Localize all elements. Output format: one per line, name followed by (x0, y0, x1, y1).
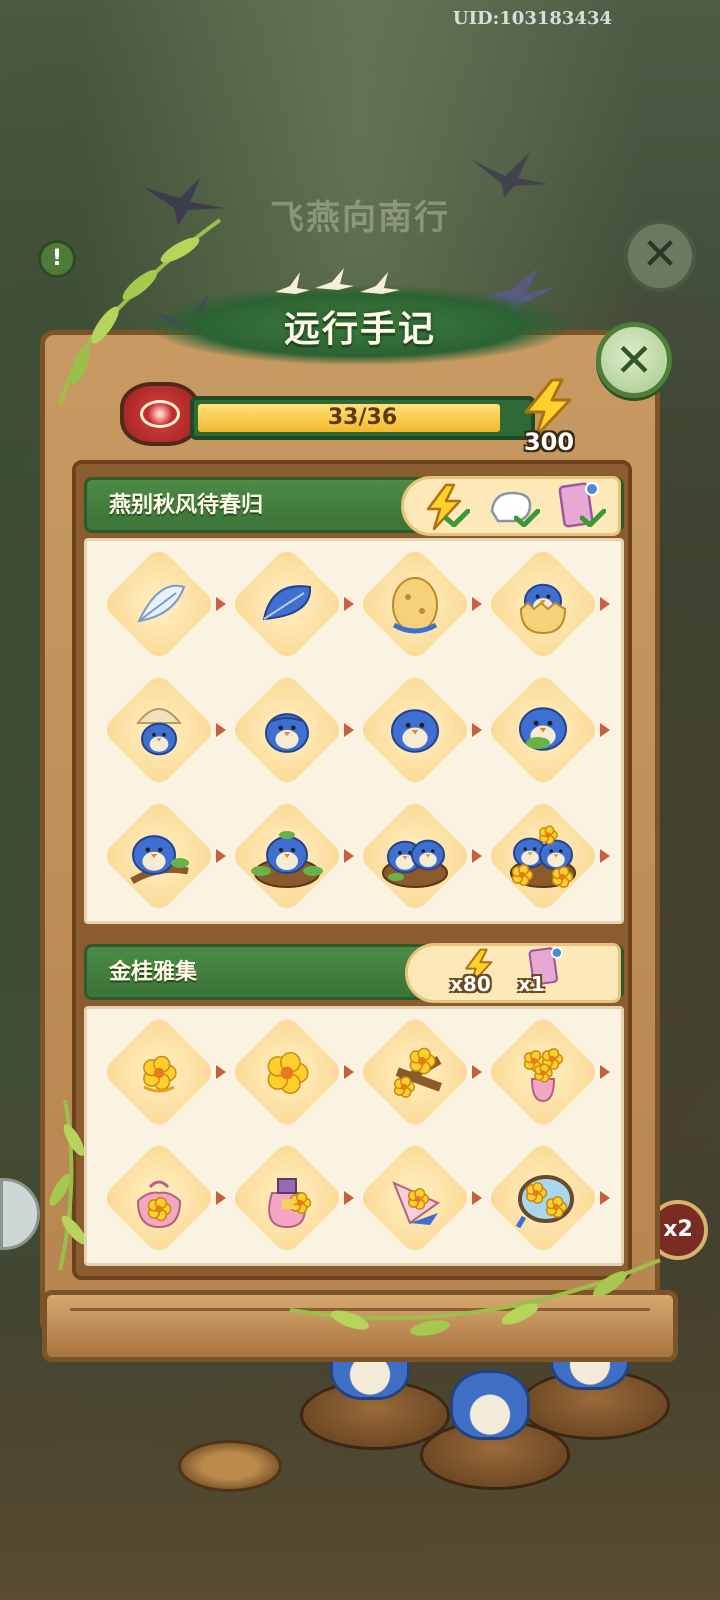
basket-decoration (178, 1440, 282, 1492)
swallow-in-leafy-nest-icon (251, 831, 323, 888)
collection-item[interactable] (485, 672, 601, 788)
section-title: 金桂雅集 (109, 959, 198, 985)
collection-item[interactable] (357, 672, 473, 788)
section-rewards: x80 x1 (405, 943, 621, 1003)
chevron-right-icon (600, 1191, 610, 1205)
chevron-right-icon (472, 849, 482, 863)
chevron-right-icon (216, 1191, 226, 1205)
collection-progress-bar: 33/36 (190, 396, 535, 440)
collection-item[interactable] (101, 546, 217, 662)
collection-item[interactable] (357, 1140, 473, 1256)
collection-item[interactable] (357, 798, 473, 914)
progress-text: 33/36 (327, 405, 398, 430)
bamboo-vine-decoration (58, 218, 222, 406)
chevron-right-icon (344, 1065, 354, 1079)
osmanthus-branch-icon (393, 1047, 442, 1098)
energy-reward-count: 300 (523, 428, 575, 456)
section-item-grid (84, 1006, 624, 1266)
feather-icon (137, 584, 186, 623)
chevron-right-icon (216, 1065, 226, 1079)
uid-label: UID:103183434 (452, 8, 612, 29)
flower-fan-icon (392, 1181, 440, 1225)
chevron-right-icon (472, 723, 482, 737)
collection-item[interactable] (485, 798, 601, 914)
collection-item[interactable] (101, 1140, 217, 1256)
section-title: 燕别秋风待春归 (109, 492, 264, 518)
chevron-right-icon (600, 723, 610, 737)
chevron-right-icon (344, 723, 354, 737)
card-reward-amount: x1 (518, 972, 545, 996)
close-button[interactable]: ✕ (596, 322, 672, 398)
egg-icon (392, 577, 438, 634)
osmanthus-bloom-icon (267, 1051, 309, 1095)
chevron-right-icon (216, 597, 226, 611)
collection-item[interactable] (229, 1140, 345, 1256)
check-icon (444, 509, 470, 527)
flower-mirror-icon (515, 1175, 574, 1229)
chevron-right-icon (344, 849, 354, 863)
chevron-right-icon (472, 1191, 482, 1205)
swallows-in-nest-icon (382, 839, 448, 888)
osmanthus-vase-icon (523, 1048, 564, 1103)
swallow-with-leaf-icon (519, 707, 567, 751)
chevron-right-icon (600, 1065, 610, 1079)
blue-feather-icon (262, 585, 312, 621)
section-header-swallow: 燕别秋风待春归 (84, 476, 624, 536)
section-item-grid (84, 538, 624, 924)
chevron-right-icon (472, 1065, 482, 1079)
collection-item[interactable] (229, 798, 345, 914)
collection-item[interactable] (229, 672, 345, 788)
collection-item[interactable] (101, 1014, 217, 1130)
background-close-icon: ✕ (624, 220, 696, 292)
collection-item[interactable] (357, 546, 473, 662)
collection-item[interactable] (485, 1140, 601, 1256)
chevron-right-icon (600, 849, 610, 863)
collection-item[interactable] (485, 1014, 601, 1130)
osmanthus-flower-icon (143, 1055, 177, 1093)
chevron-right-icon (216, 723, 226, 737)
check-icon (580, 509, 606, 527)
swallows-flock-icon (275, 268, 400, 294)
chevron-right-icon (344, 1191, 354, 1205)
sitting-swallow-icon (391, 709, 439, 753)
collection-item[interactable] (229, 1014, 345, 1130)
chevron-right-icon (600, 597, 610, 611)
hatching-egg-icon (519, 583, 567, 635)
flower-pouch-icon (136, 1180, 182, 1229)
progress-seal-icon (120, 382, 200, 446)
collection-item[interactable] (229, 546, 345, 662)
sleeping-chick-icon (265, 713, 309, 753)
chevron-right-icon (344, 597, 354, 611)
swallow-in-nest-decoration (450, 1370, 530, 1440)
swallow-on-branch-icon (130, 835, 189, 885)
section-header-osmanthus: 金桂雅集 x80 x1 (84, 943, 624, 1003)
collection-item[interactable] (357, 1014, 473, 1130)
chevron-right-icon (216, 849, 226, 863)
chevron-right-icon (472, 597, 482, 611)
collection-item[interactable] (101, 798, 217, 914)
collection-item[interactable] (485, 546, 601, 662)
flower-jar-icon (268, 1178, 312, 1229)
swallows-in-flower-nest-icon (510, 825, 576, 888)
section-rewards-claimed (401, 476, 621, 536)
shell-chick-icon (135, 708, 183, 756)
collection-item[interactable] (101, 672, 217, 788)
check-icon (514, 509, 540, 527)
close-icon: ✕ (614, 333, 654, 387)
energy-reward-amount: x80 (450, 972, 491, 996)
